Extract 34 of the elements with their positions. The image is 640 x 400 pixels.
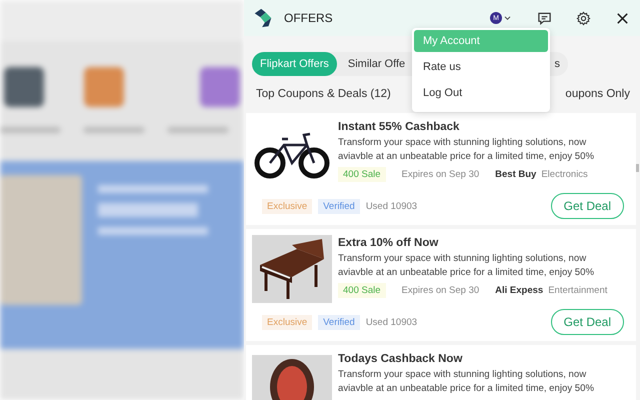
scrollbar-thumb [636, 164, 639, 172]
offer-description: Transform your space with stunning lighting solutions, now aviavble at an unbeatable price for a limited time, enjoy 50% [338, 252, 595, 280]
offer-title: Todays Cashback Now [338, 353, 464, 365]
tab[interactable]: s [552, 52, 568, 76]
offer-description: Transform your space with stunning lighting solutions, now aviavble at an unbeatable price for a limited time, enjoy 50% [338, 368, 595, 396]
sales-badge: 400 Sale [338, 283, 386, 298]
tag: Verified [318, 198, 360, 214]
tag: Exclusive [262, 314, 312, 330]
tag: Verified [318, 314, 360, 330]
chat-icon[interactable] [537, 10, 552, 26]
list-heading: Top Coupons & Deals (12) [256, 88, 391, 100]
expiry-date: Expires on Sep 30 [402, 285, 480, 296]
category-label: Entertainment [548, 285, 608, 296]
usage-count: Used 10903 [366, 200, 418, 212]
panel-title: OFFERS [284, 11, 334, 25]
menu-item[interactable]: Log Out [414, 82, 548, 108]
category-label: Electronics [541, 169, 588, 180]
filter-label: oupons Only [565, 88, 630, 100]
settings-icon[interactable] [576, 10, 591, 26]
get-deal-button[interactable]: Get Deal [550, 193, 624, 219]
usage-count: Used 10903 [366, 316, 418, 328]
store-name: Ali Expess [495, 285, 544, 296]
get-deal-button[interactable]: Get Deal [550, 309, 624, 335]
expiry-date: Expires on Sep 30 [402, 169, 480, 180]
close-icon[interactable] [615, 10, 630, 26]
sales-badge: 400 Sale [338, 167, 386, 182]
tag: Exclusive [262, 198, 312, 214]
chevron-down-icon [504, 16, 511, 20]
offer-description: Transform your space with stunning lighting solutions, now aviavble at an unbeatable price for a limited time, enjoy 50% [338, 136, 595, 164]
logo-icon [252, 7, 274, 29]
store-name: Best Buy [495, 169, 536, 180]
offer-title: Instant 55% Cashback [338, 121, 460, 133]
offer-title: Extra 10% off Now [338, 237, 440, 249]
menu-item[interactable]: Rate us [414, 56, 548, 82]
